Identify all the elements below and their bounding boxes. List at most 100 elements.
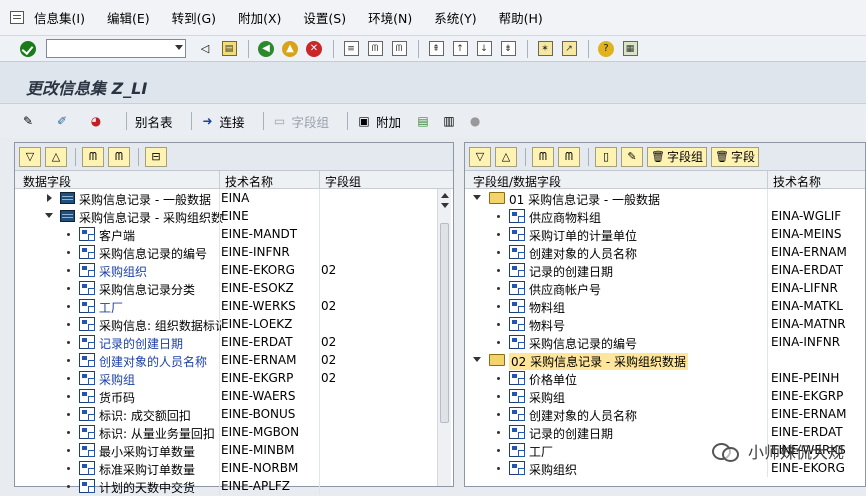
check-tool-button[interactable]: ✐: [54, 113, 74, 129]
expanded-arrow-icon[interactable]: [45, 213, 53, 218]
settings-tool-button[interactable]: ✎: [20, 113, 40, 129]
tree-row-field[interactable]: 采购订单的计量单位 EINA-MEINS: [465, 225, 865, 243]
menu-help[interactable]: 帮助(H): [499, 8, 543, 27]
tree-row-field[interactable]: 计划的天数中交货 EINE-APLFZ: [15, 477, 453, 495]
field-icon[interactable]: [79, 425, 95, 439]
code-button[interactable]: ▤: [415, 113, 435, 129]
menu-environment[interactable]: 环境(N): [368, 8, 412, 27]
field-icon[interactable]: [79, 263, 95, 277]
field-icon[interactable]: [79, 299, 95, 313]
app-menu-icon[interactable]: [10, 11, 24, 24]
cancel-icon[interactable]: ✕: [305, 40, 323, 58]
layout-menu-icon[interactable]: ▦: [621, 40, 639, 58]
status-button[interactable]: ●: [467, 113, 487, 129]
field-icon[interactable]: [509, 209, 525, 223]
expanded-arrow-icon[interactable]: [473, 195, 481, 200]
tree-row-field[interactable]: 标识: 成交额回扣 EINE-BONUS: [15, 405, 453, 423]
field-icon[interactable]: [79, 443, 95, 457]
extras-button[interactable]: ▣ 附加: [356, 112, 401, 131]
tree-node-field-group[interactable]: 02 采购信息记录 - 采购组织数据: [465, 351, 865, 370]
find-button[interactable]: ᗰ: [82, 146, 104, 167]
tree-row-field[interactable]: 价格单位 EINE-PEINH: [465, 369, 865, 387]
find-next-button[interactable]: ᗰ: [108, 146, 130, 167]
activate-button[interactable]: ◕: [88, 113, 108, 129]
help-icon[interactable]: ?: [597, 40, 615, 58]
tree-node-table[interactable]: 采购信息记录 - 一般数据 EINA: [15, 189, 453, 207]
tree-node-table[interactable]: 采购信息记录 - 采购组织数 EINE: [15, 207, 453, 225]
find-button[interactable]: ᗰ: [532, 146, 554, 167]
tree-row-field[interactable]: 创建对象的人员名称 EINE-ERNAM 02: [15, 351, 453, 369]
column-tech-name[interactable]: 技术名称: [225, 173, 273, 190]
tree-row-field[interactable]: 标准采购订单数量 EINE-NORBM: [15, 459, 453, 477]
expand-all-button[interactable]: ▽: [19, 146, 41, 167]
field-icon[interactable]: [79, 353, 95, 367]
field-icon[interactable]: [79, 461, 95, 475]
tree-row-field[interactable]: 采购组 EINE-EKGRP: [465, 387, 865, 405]
collapse-all-button[interactable]: △: [495, 146, 517, 167]
tree-row-field[interactable]: 物料组 EINA-MATKL: [465, 297, 865, 315]
tree-row-field[interactable]: 采购信息记录的编号 EINE-INFNR: [15, 243, 453, 261]
document-button[interactable]: ▥: [441, 113, 461, 129]
tree-row-field[interactable]: 采购组织 EINE-EKORG 02: [15, 261, 453, 279]
field-icon[interactable]: [509, 389, 525, 403]
collapsed-arrow-icon[interactable]: [47, 194, 52, 202]
hierarchy-button[interactable]: ⊟: [145, 146, 167, 167]
tree-row-field[interactable]: 创建对象的人员名称 EINA-ERNAM: [465, 243, 865, 261]
tree-row-field[interactable]: 最小采购订单数量 EINE-MINBM: [15, 441, 453, 459]
tree-row-field[interactable]: 记录的创建日期 EINE-ERDAT 02: [15, 333, 453, 351]
menu-extras[interactable]: 附加(X): [238, 8, 281, 27]
field-icon[interactable]: [79, 389, 95, 403]
field-icon[interactable]: [79, 317, 95, 331]
shortcut-icon[interactable]: ↗: [560, 40, 578, 58]
exit-icon[interactable]: ▲: [281, 40, 299, 58]
field-icon[interactable]: [79, 227, 95, 241]
tree-row-field[interactable]: 采购信息: 组织数据标记 EINE-LOEKZ: [15, 315, 453, 333]
first-page-icon[interactable]: ⇞: [427, 40, 445, 58]
field-icon[interactable]: [509, 443, 525, 457]
field-icon[interactable]: [509, 371, 525, 385]
chevron-down-icon[interactable]: [175, 45, 183, 50]
field-icon[interactable]: [509, 335, 525, 349]
menu-edit[interactable]: 编辑(E): [107, 8, 150, 27]
field-icon[interactable]: [509, 281, 525, 295]
edit-button[interactable]: ✎: [621, 146, 643, 167]
field-icon[interactable]: [509, 245, 525, 259]
column-field-group[interactable]: 字段组: [325, 173, 361, 190]
field-icon[interactable]: [509, 299, 525, 313]
join-button[interactable]: ➜ 连接: [200, 112, 244, 131]
new-session-icon[interactable]: ✶: [536, 40, 554, 58]
field-icon[interactable]: [79, 479, 95, 493]
tree-row-field[interactable]: 采购信息记录分类 EINE-ESOKZ: [15, 279, 453, 297]
tree-row-field[interactable]: 工厂 EINE-WERKS 02: [15, 297, 453, 315]
tree-row-field[interactable]: 记录的创建日期 EINA-ERDAT: [465, 261, 865, 279]
create-button[interactable]: ▯: [595, 146, 617, 167]
back-arrow-icon[interactable]: ◁: [196, 40, 214, 58]
field-icon[interactable]: [509, 425, 525, 439]
expanded-arrow-icon[interactable]: [473, 357, 481, 362]
tree-row-field[interactable]: 货币码 EINE-WAERS: [15, 387, 453, 405]
print-icon[interactable]: ≡: [342, 40, 360, 58]
field-icon[interactable]: [509, 263, 525, 277]
field-icon[interactable]: [79, 335, 95, 349]
tree-row-field[interactable]: 供应商帐户号 EINA-LIFNR: [465, 279, 865, 297]
find-next-icon[interactable]: ᗰ: [390, 40, 408, 58]
field-icon[interactable]: [79, 245, 95, 259]
menu-infoset[interactable]: 信息集(I): [34, 8, 85, 27]
field-icon[interactable]: [79, 407, 95, 421]
tree-row-field[interactable]: 采购信息记录的编号 EINA-INFNR: [465, 333, 865, 351]
tree-row-field[interactable]: 物料号 EINA-MATNR: [465, 315, 865, 333]
enter-check-icon[interactable]: [20, 40, 36, 57]
column-group-field[interactable]: 字段组/数据字段: [473, 173, 561, 190]
column-data-field[interactable]: 数据字段: [23, 173, 71, 190]
alias-table-button[interactable]: 别名表: [135, 112, 173, 131]
find-icon[interactable]: ᗰ: [366, 40, 384, 58]
menu-goto[interactable]: 转到(G): [172, 8, 216, 27]
tree-node-field-group[interactable]: 01 采购信息记录 - 一般数据: [465, 189, 865, 207]
menu-system[interactable]: 系统(Y): [434, 8, 476, 27]
field-icon[interactable]: [79, 371, 95, 385]
collapse-all-button[interactable]: △: [45, 146, 67, 167]
tree-row-field[interactable]: 标识: 从量业务量回扣 EINE-MGBON: [15, 423, 453, 441]
find-next-button[interactable]: ᗰ: [558, 146, 580, 167]
expand-all-button[interactable]: ▽: [469, 146, 491, 167]
tree-row-field[interactable]: 供应商物料组 EINA-WGLIF: [465, 207, 865, 225]
